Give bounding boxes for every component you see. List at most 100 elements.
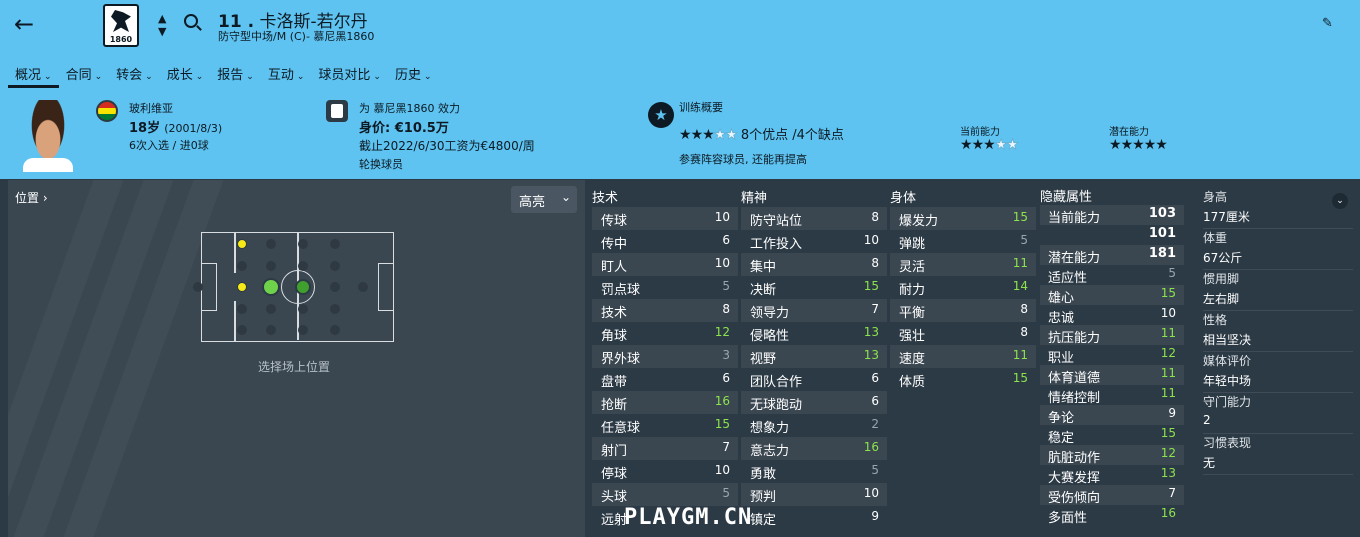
empty-position-dot[interactable] xyxy=(237,304,247,314)
attribute-row[interactable]: 工作投入 10 xyxy=(741,230,887,253)
tab-1[interactable]: 合同 ⌄ xyxy=(59,62,110,88)
attribute-row[interactable]: 领导力 7 xyxy=(741,299,887,322)
empty-position-dot[interactable] xyxy=(237,325,247,335)
hidden-attribute-row[interactable]: 抗压能力 11 xyxy=(1040,325,1184,346)
hidden-attribute-row[interactable]: 肮脏动作 12 xyxy=(1040,445,1184,466)
empty-position-dot[interactable] xyxy=(298,304,308,314)
empty-position-dot[interactable] xyxy=(330,239,340,249)
highlight-dropdown[interactable]: 高亮 ⌄ xyxy=(511,186,577,213)
empty-position-dot[interactable] xyxy=(330,282,340,292)
attribute-row[interactable]: 侵略性 13 xyxy=(741,322,887,345)
edit-pencil-icon[interactable]: ✎ xyxy=(1322,16,1333,31)
attribute-row[interactable]: 抢断 16 xyxy=(592,391,738,414)
attribute-row[interactable]: 耐力 14 xyxy=(890,276,1036,299)
attribute-row[interactable]: 爆发力 15 xyxy=(890,207,1036,230)
empty-position-dot[interactable] xyxy=(266,325,276,335)
attribute-row[interactable]: 传球 10 xyxy=(592,207,738,230)
empty-position-dot[interactable] xyxy=(298,325,308,335)
empty-position-dot[interactable] xyxy=(237,261,247,271)
hidden-attribute-row[interactable]: 稳定 15 xyxy=(1040,425,1184,446)
attribute-row[interactable]: 防守站位 8 xyxy=(741,207,887,230)
hidden-attribute-row[interactable]: 雄心 15 xyxy=(1040,285,1184,306)
attribute-row[interactable]: 无球跑动 6 xyxy=(741,391,887,414)
attribute-row[interactable]: 集中 8 xyxy=(741,253,887,276)
hidden-attribute-row[interactable]: 适应性 5 xyxy=(1040,265,1184,286)
attribute-name: 团队合作 xyxy=(750,375,803,390)
attribute-row[interactable]: 罚点球 5 xyxy=(592,276,738,299)
position-title[interactable]: 位置 › xyxy=(15,189,48,206)
nationality[interactable]: 玻利维亚 xyxy=(129,100,173,116)
star-icon: ★ xyxy=(690,127,704,143)
position-panel: 位置 › 高亮 ⌄ 选择场上位置 xyxy=(8,180,585,537)
search-icon[interactable] xyxy=(184,14,198,28)
tab-6[interactable]: 球员对比 ⌄ xyxy=(311,62,388,88)
tab-0[interactable]: 概况 ⌄ xyxy=(8,62,59,88)
attribute-row[interactable]: 弹跳 5 xyxy=(890,230,1036,253)
attribute-row[interactable]: 意志力 16 xyxy=(741,437,887,460)
training-title[interactable]: 训练概要 xyxy=(679,99,723,115)
hidden-attribute-row[interactable]: 多面性 16 xyxy=(1040,505,1184,526)
hidden-attribute-row[interactable]: 体育道德 11 xyxy=(1040,365,1184,386)
value-line: 身价: €10.5万 xyxy=(359,117,449,136)
attribute-row[interactable]: 体质 15 xyxy=(890,368,1036,391)
empty-position-dot[interactable] xyxy=(330,325,340,335)
attribute-row[interactable]: 速度 11 xyxy=(890,345,1036,368)
player-position-dot[interactable] xyxy=(262,278,280,296)
empty-position-dot[interactable] xyxy=(298,261,308,271)
hidden-attribute-row[interactable]: 大赛发挥 13 xyxy=(1040,465,1184,486)
tab-7[interactable]: 历史 ⌄ xyxy=(388,62,439,88)
attribute-row[interactable]: 盯人 10 xyxy=(592,253,738,276)
player-position-dot[interactable] xyxy=(237,282,247,292)
hidden-attribute-row[interactable]: 职业 12 xyxy=(1040,345,1184,366)
attribute-row[interactable]: 强壮 8 xyxy=(890,322,1036,345)
empty-position-dot[interactable] xyxy=(266,239,276,249)
attribute-row[interactable]: 技术 8 xyxy=(592,299,738,322)
prev-next-player-icon[interactable]: ▲ ▼ xyxy=(158,12,166,38)
player-position-dot[interactable] xyxy=(237,239,247,249)
player-position-dot[interactable] xyxy=(295,279,311,295)
attribute-row[interactable]: 想象力 2 xyxy=(741,414,887,437)
tab-5[interactable]: 互动 ⌄ xyxy=(261,62,312,88)
hidden-attribute-row[interactable]: 101 xyxy=(1040,225,1184,245)
attribute-row[interactable]: 勇敢 5 xyxy=(741,460,887,483)
attribute-row[interactable]: 停球 10 xyxy=(592,460,738,483)
attribute-row[interactable]: 镇定 9 xyxy=(741,506,887,529)
empty-position-dot[interactable] xyxy=(266,304,276,314)
tab-2[interactable]: 转会 ⌄ xyxy=(109,62,160,88)
attribute-row[interactable]: 平衡 8 xyxy=(890,299,1036,322)
empty-position-dot[interactable] xyxy=(330,304,340,314)
attribute-row[interactable]: 灵活 11 xyxy=(890,253,1036,276)
hidden-attribute-row[interactable]: 情绪控制 11 xyxy=(1040,385,1184,406)
empty-position-dot[interactable] xyxy=(266,261,276,271)
club-crest-icon[interactable]: 1860 xyxy=(103,4,139,47)
empty-position-dot[interactable] xyxy=(298,239,308,249)
attribute-row[interactable]: 视野 13 xyxy=(741,345,887,368)
expand-chevron-icon[interactable]: ⌄ xyxy=(1332,193,1348,209)
nation-flag-icon[interactable] xyxy=(96,100,118,122)
attribute-row[interactable]: 任意球 15 xyxy=(592,414,738,437)
empty-position-dot[interactable] xyxy=(193,282,203,292)
attribute-row[interactable]: 界外球 3 xyxy=(592,345,738,368)
attribute-row[interactable]: 射门 7 xyxy=(592,437,738,460)
attribute-name: 受伤倾向 xyxy=(1048,491,1101,506)
attribute-row[interactable]: 盘带 6 xyxy=(592,368,738,391)
hidden-attribute-row[interactable]: 潜在能力 181 xyxy=(1040,245,1184,266)
back-arrow-icon[interactable]: ← xyxy=(14,10,42,38)
attribute-row[interactable]: 角球 12 xyxy=(592,322,738,345)
attribute-row[interactable]: 团队合作 6 xyxy=(741,368,887,391)
attribute-row[interactable]: 决断 15 xyxy=(741,276,887,299)
tab-3[interactable]: 成长 ⌄ xyxy=(160,62,211,88)
attribute-name: 防守站位 xyxy=(750,214,803,229)
empty-position-dot[interactable] xyxy=(358,282,368,292)
tab-4[interactable]: 报告 ⌄ xyxy=(210,62,261,88)
hidden-attribute-row[interactable]: 争论 9 xyxy=(1040,405,1184,426)
attribute-row[interactable]: 传中 6 xyxy=(592,230,738,253)
attribute-row[interactable]: 头球 5 xyxy=(592,483,738,506)
attribute-row[interactable]: 预判 10 xyxy=(741,483,887,506)
hidden-attribute-row[interactable]: 当前能力 103 xyxy=(1040,205,1184,226)
hidden-attribute-row[interactable]: 受伤倾向 7 xyxy=(1040,485,1184,506)
club-icon[interactable] xyxy=(326,100,348,122)
hidden-attribute-row[interactable]: 忠诚 10 xyxy=(1040,305,1184,326)
club-line[interactable]: 为 慕尼黑1860 效力 xyxy=(359,100,460,116)
empty-position-dot[interactable] xyxy=(330,261,340,271)
